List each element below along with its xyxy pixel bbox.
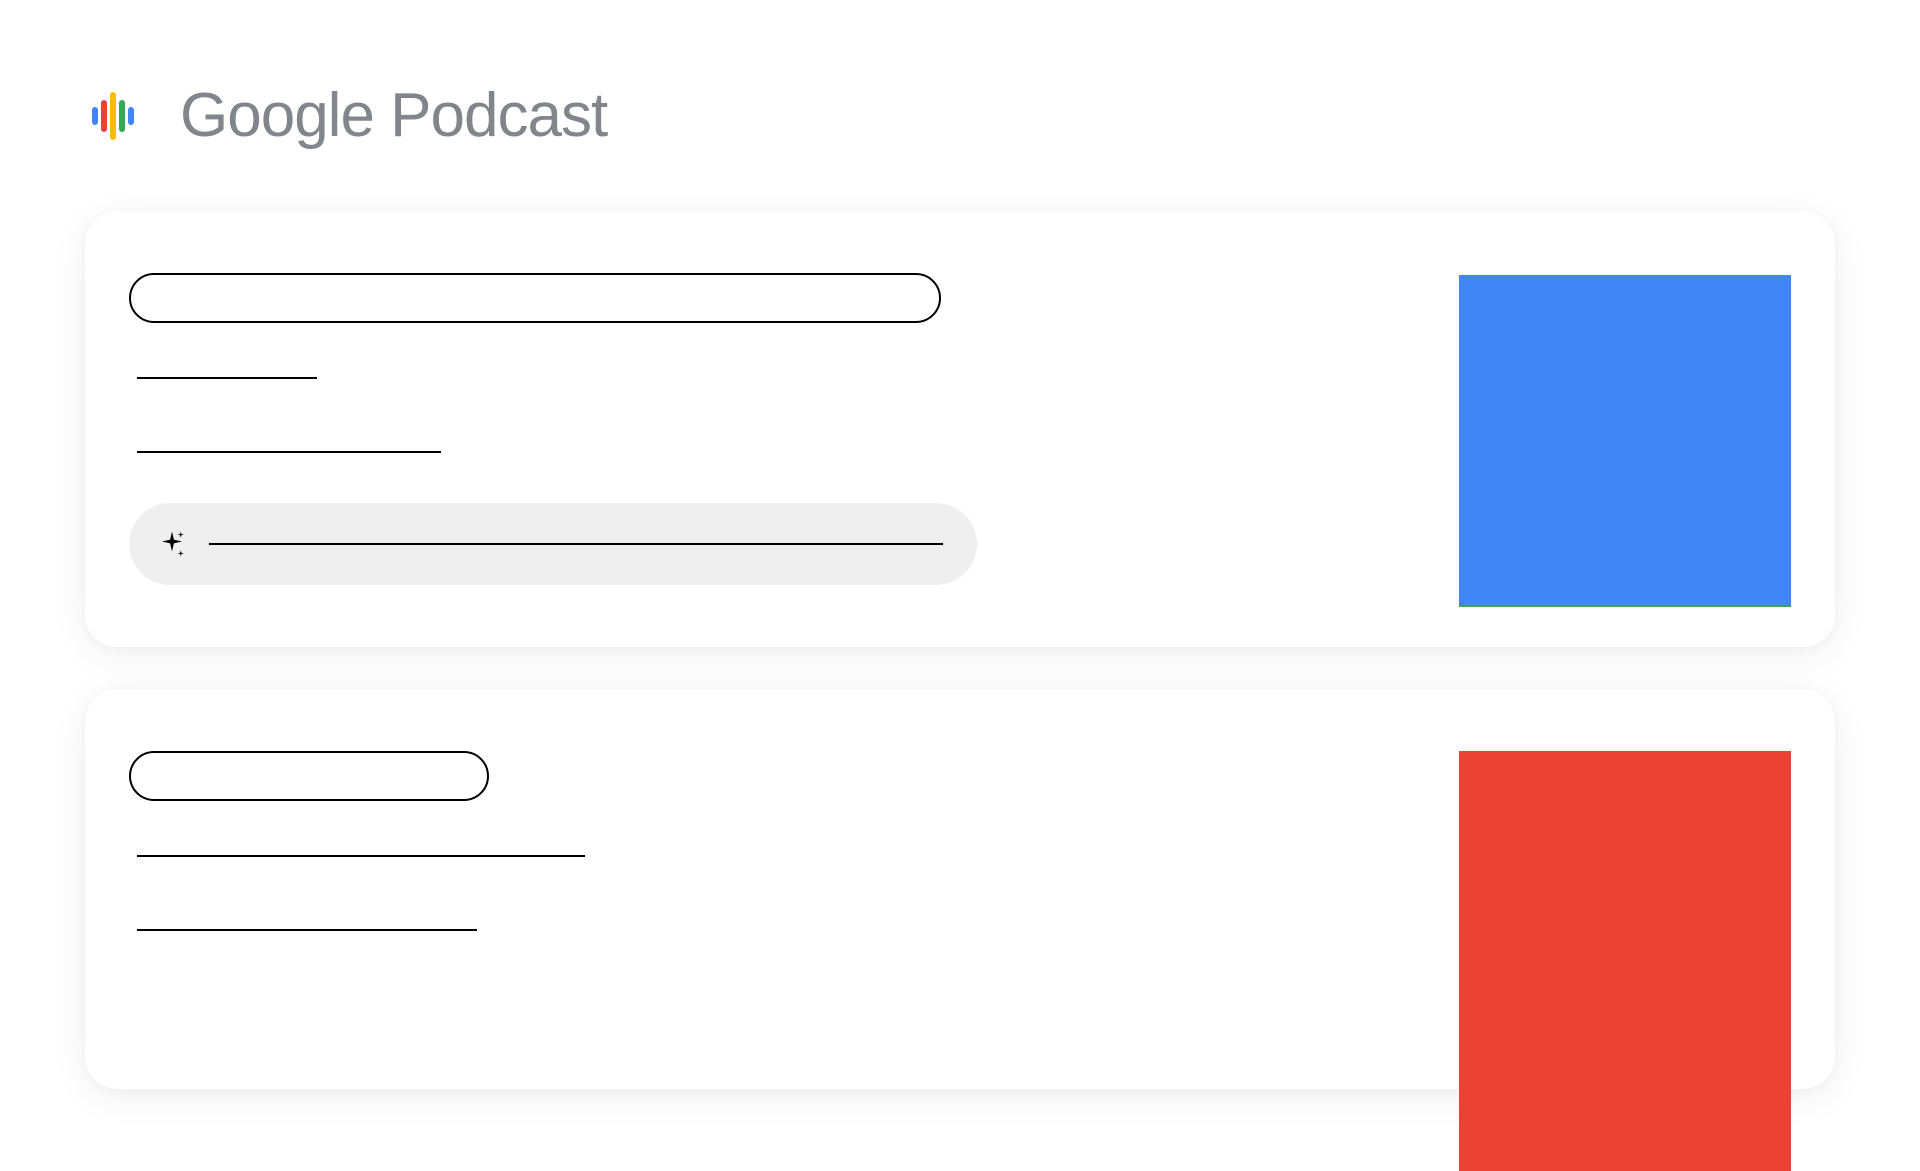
ai-summary-text-placeholder bbox=[209, 543, 943, 545]
app-title: Google Podcast bbox=[180, 80, 607, 151]
ai-summary-pill[interactable] bbox=[129, 503, 977, 585]
logo-bar bbox=[119, 100, 125, 132]
podcast-card[interactable] bbox=[85, 211, 1835, 647]
sparkle-icon bbox=[157, 529, 187, 559]
podcast-description-placeholder bbox=[137, 451, 441, 453]
podcast-logo-icon bbox=[85, 88, 140, 143]
podcast-title-placeholder bbox=[129, 273, 941, 323]
podcast-list bbox=[0, 151, 1920, 1089]
podcast-meta-placeholder bbox=[137, 855, 585, 857]
logo-bar bbox=[101, 100, 107, 132]
podcast-description-placeholder bbox=[137, 929, 477, 931]
app-header: Google Podcast bbox=[0, 0, 1920, 151]
logo-bar bbox=[128, 107, 134, 125]
podcast-meta-placeholder bbox=[137, 377, 317, 379]
logo-bar bbox=[110, 92, 116, 140]
logo-bar bbox=[92, 107, 98, 125]
podcast-title-placeholder bbox=[129, 751, 489, 801]
podcast-card[interactable] bbox=[85, 689, 1835, 1089]
podcast-thumbnail[interactable] bbox=[1459, 751, 1791, 1171]
podcast-thumbnail[interactable] bbox=[1459, 275, 1791, 607]
